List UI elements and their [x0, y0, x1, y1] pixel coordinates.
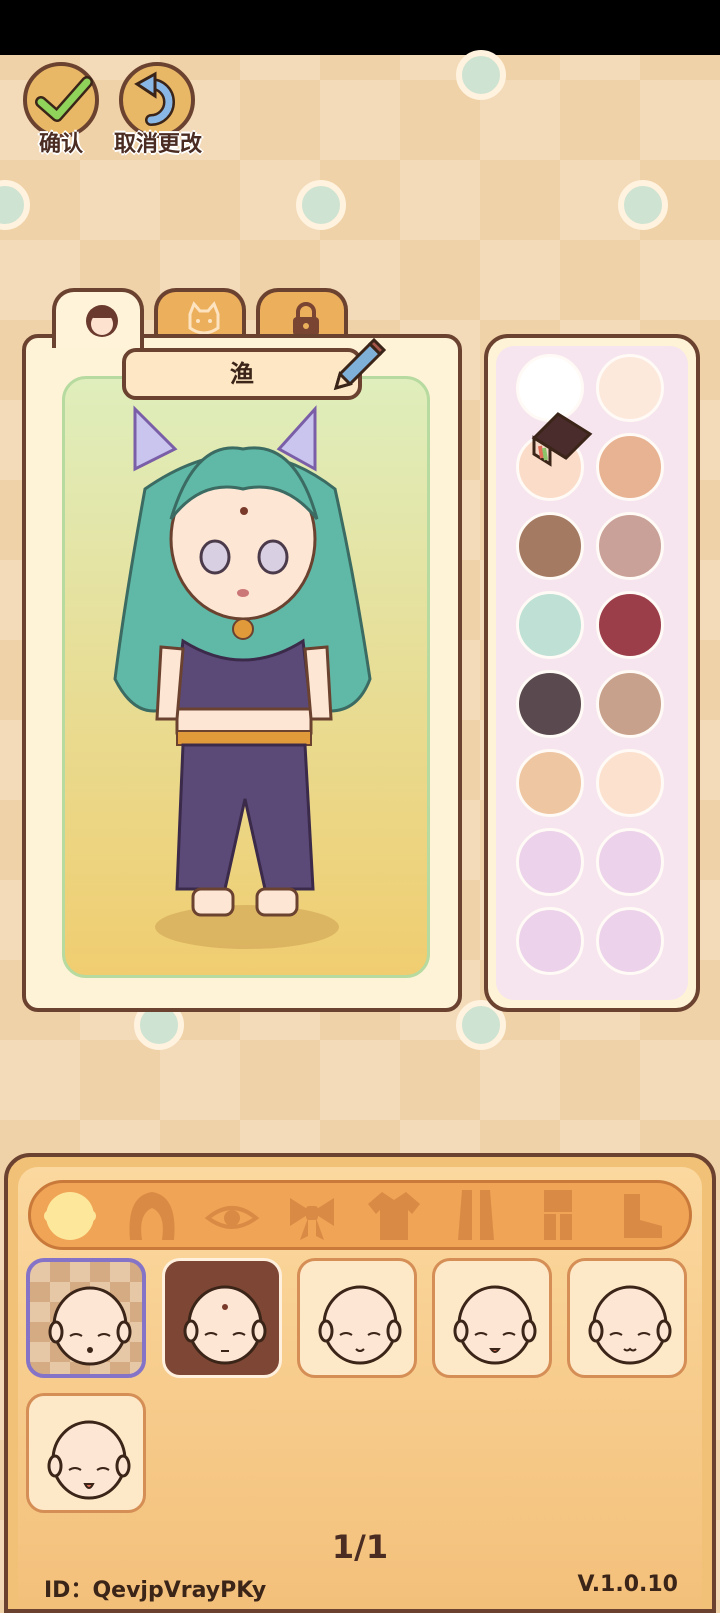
category-shoes[interactable] [610, 1186, 670, 1244]
face-item-4[interactable] [432, 1258, 552, 1378]
color-swatch[interactable] [596, 433, 664, 501]
face-thumbnail [588, 1285, 672, 1365]
color-swatch[interactable] [516, 512, 584, 580]
user-id: ID：QevjpVrayPKy [44, 1578, 267, 1603]
face-thumbnail [453, 1285, 537, 1365]
tab-character[interactable] [52, 288, 144, 348]
cancel-changes-button[interactable]: 取消更改 [114, 62, 202, 157]
category-eyes[interactable] [202, 1186, 262, 1244]
confirm-label: 确认 [38, 132, 83, 157]
face-thumbnail [318, 1285, 402, 1365]
color-swatch[interactable] [516, 907, 584, 975]
category-outfits[interactable] [528, 1186, 588, 1244]
face-item-5[interactable] [567, 1258, 687, 1378]
tab-pet[interactable] [154, 288, 246, 340]
tab-locked[interactable] [256, 288, 348, 340]
face-thumbnail [183, 1285, 267, 1365]
color-swatch[interactable] [596, 512, 664, 580]
character-preview-card: 渔 [22, 334, 462, 1012]
undo-icon [134, 71, 175, 126]
category-accessories[interactable] [282, 1186, 342, 1244]
face-thumbnail [47, 1420, 131, 1500]
background-sun [0, 160, 50, 250]
category-hair[interactable] [122, 1186, 182, 1244]
category-tops[interactable] [364, 1186, 424, 1244]
category-dresses[interactable] [446, 1186, 506, 1244]
bow-icon [290, 1198, 334, 1240]
face-item-1[interactable] [26, 1258, 146, 1378]
status-bar [0, 0, 720, 55]
character-illustration [113, 405, 372, 949]
color-swatch[interactable] [596, 907, 664, 975]
eye-icon [204, 1206, 260, 1229]
edit-name-pencil-icon[interactable] [326, 336, 386, 396]
top-icon [368, 1192, 420, 1240]
background-sun [436, 30, 526, 120]
eraser-icon[interactable] [528, 408, 598, 468]
face-thumbnail [48, 1286, 132, 1366]
shoe-icon [624, 1194, 662, 1238]
hair-icon [129, 1192, 175, 1240]
color-swatch[interactable] [596, 670, 664, 738]
face-shape-icon [44, 1192, 96, 1240]
checkmark-icon [35, 76, 93, 122]
category-face-shape[interactable] [40, 1186, 100, 1244]
background-sun [276, 160, 366, 250]
color-swatch[interactable] [596, 354, 664, 422]
color-swatch[interactable] [516, 749, 584, 817]
face-item-3[interactable] [297, 1258, 417, 1378]
color-swatch[interactable] [516, 828, 584, 896]
outfit-icon [544, 1190, 572, 1240]
character-preview-area [62, 376, 430, 978]
color-swatch[interactable] [516, 670, 584, 738]
color-swatch[interactable] [516, 591, 584, 659]
page-indicator: 1/1 [331, 1528, 389, 1566]
color-swatch[interactable] [596, 828, 664, 896]
color-swatch[interactable] [596, 591, 664, 659]
color-swatch[interactable] [596, 749, 664, 817]
face-item-2[interactable] [162, 1258, 282, 1378]
confirm-button[interactable]: 确认 [18, 62, 104, 157]
girl-face-icon [86, 305, 118, 337]
dress-icon [458, 1190, 494, 1240]
background-sun [598, 160, 688, 250]
face-item-6[interactable] [26, 1393, 146, 1513]
cancel-changes-label: 取消更改 [114, 132, 203, 157]
app-version: V.1.0.10 [577, 1572, 679, 1597]
